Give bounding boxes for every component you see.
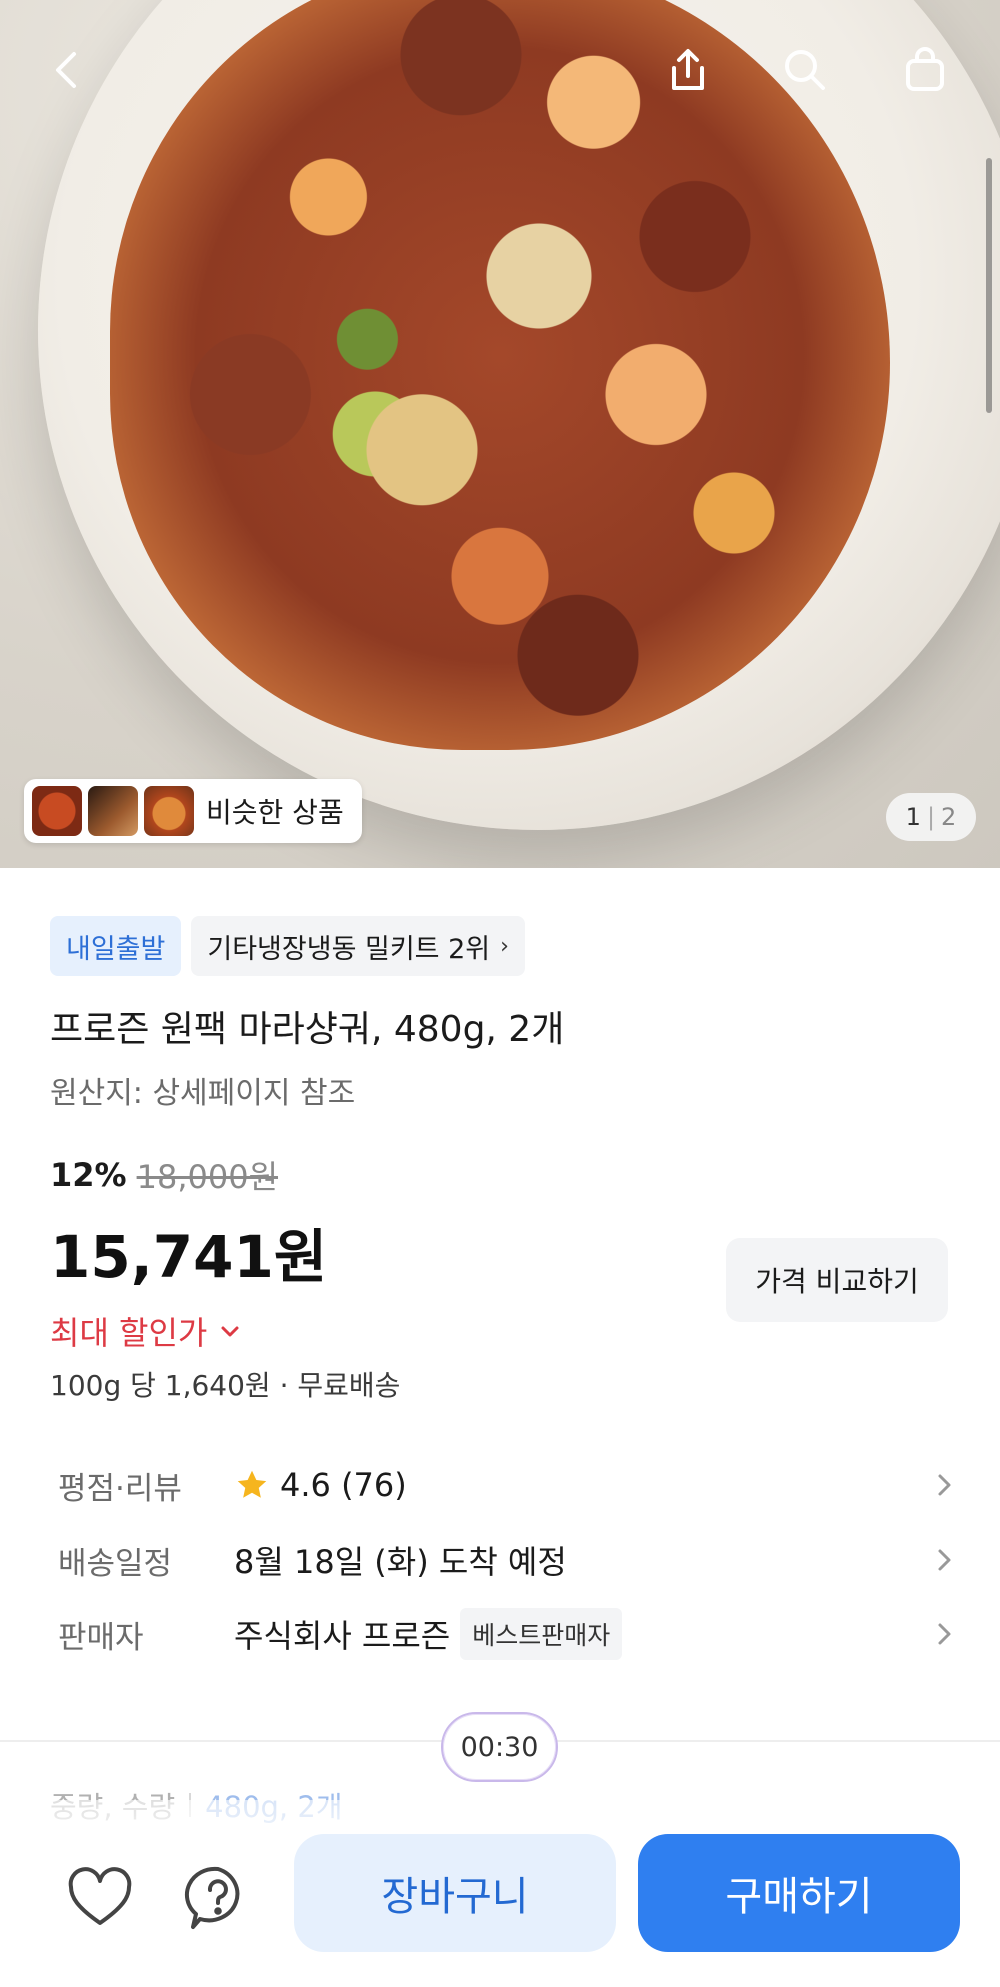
- unit-price: 100g 당 1,640원 · 무료배송: [50, 1369, 401, 1402]
- max-discount-toggle[interactable]: 최대 할인가: [50, 1308, 241, 1354]
- similar-thumbnail: [32, 786, 82, 836]
- chevron-right-icon: [938, 1549, 951, 1571]
- delivery-badge: 내일출발: [50, 916, 182, 976]
- product-image[interactable]: 비슷한 상품 1 | 2: [0, 0, 1000, 868]
- rating-review-row[interactable]: 평점·리뷰 4.6 (76): [58, 1455, 958, 1515]
- ranking-link[interactable]: 기타냉장냉동 밀키트 2위 ›: [191, 916, 525, 976]
- pager-separator: |: [926, 803, 936, 831]
- pager-current: 1: [905, 803, 921, 831]
- chevron-down-icon: [221, 1326, 239, 1337]
- max-discount-label: 최대 할인가: [50, 1314, 208, 1352]
- question-icon[interactable]: [178, 1858, 258, 1938]
- similar-thumbnail: [88, 786, 138, 836]
- discount-row: 12% 18,000원: [50, 1152, 278, 1198]
- product-title: 프로즌 원팩 마라샹궈, 480g, 2개: [50, 1009, 565, 1050]
- rating-value: 4.6 (76): [280, 1466, 407, 1504]
- share-icon[interactable]: [654, 36, 722, 104]
- similar-products-label: 비슷한 상품: [206, 796, 344, 829]
- pager-total: 2: [941, 803, 957, 831]
- shopping-bag-icon[interactable]: [891, 36, 959, 104]
- best-seller-badge: 베스트판매자: [460, 1608, 623, 1660]
- back-icon[interactable]: [34, 36, 102, 104]
- scroll-indicator[interactable]: [986, 158, 992, 413]
- countdown-timer: 00:30: [441, 1712, 558, 1782]
- chevron-right-icon: [938, 1474, 951, 1496]
- original-price: 18,000원: [136, 1158, 279, 1196]
- similar-products-chip[interactable]: 비슷한 상품: [24, 779, 362, 843]
- sale-price: 15,741원: [50, 1223, 328, 1291]
- seller-row[interactable]: 판매자 주식회사 프로즌 베스트판매자: [58, 1604, 958, 1664]
- food-image: [110, 0, 890, 750]
- similar-thumbnail: [144, 786, 194, 836]
- heart-icon[interactable]: [60, 1858, 140, 1938]
- ranking-label: 기타냉장냉동 밀키트 2위: [207, 933, 491, 965]
- image-pager: 1 | 2: [886, 793, 976, 841]
- product-tags: 내일출발 기타냉장냉동 밀키트 2위 ›: [50, 916, 525, 976]
- price-compare-button[interactable]: 가격 비교하기: [726, 1238, 948, 1322]
- discount-percent: 12%: [50, 1156, 127, 1194]
- chevron-right-icon: ›: [500, 933, 509, 959]
- chevron-right-icon: [938, 1623, 951, 1645]
- star-icon: [237, 1470, 267, 1498]
- product-origin: 원산지: 상세페이지 참조: [50, 1076, 356, 1111]
- buy-now-button[interactable]: 구매하기: [638, 1834, 960, 1952]
- seller-name: 주식회사 프로즌: [234, 1617, 451, 1655]
- rating-label: 평점·리뷰: [58, 1470, 182, 1507]
- delivery-value: 8월 18일 (화) 도착 예정: [234, 1543, 567, 1581]
- search-icon[interactable]: [771, 36, 839, 104]
- add-to-cart-button[interactable]: 장바구니: [294, 1834, 616, 1952]
- delivery-schedule-row[interactable]: 배송일정 8월 18일 (화) 도착 예정: [58, 1530, 958, 1590]
- delivery-label: 배송일정: [58, 1545, 173, 1582]
- seller-label: 판매자: [58, 1619, 144, 1656]
